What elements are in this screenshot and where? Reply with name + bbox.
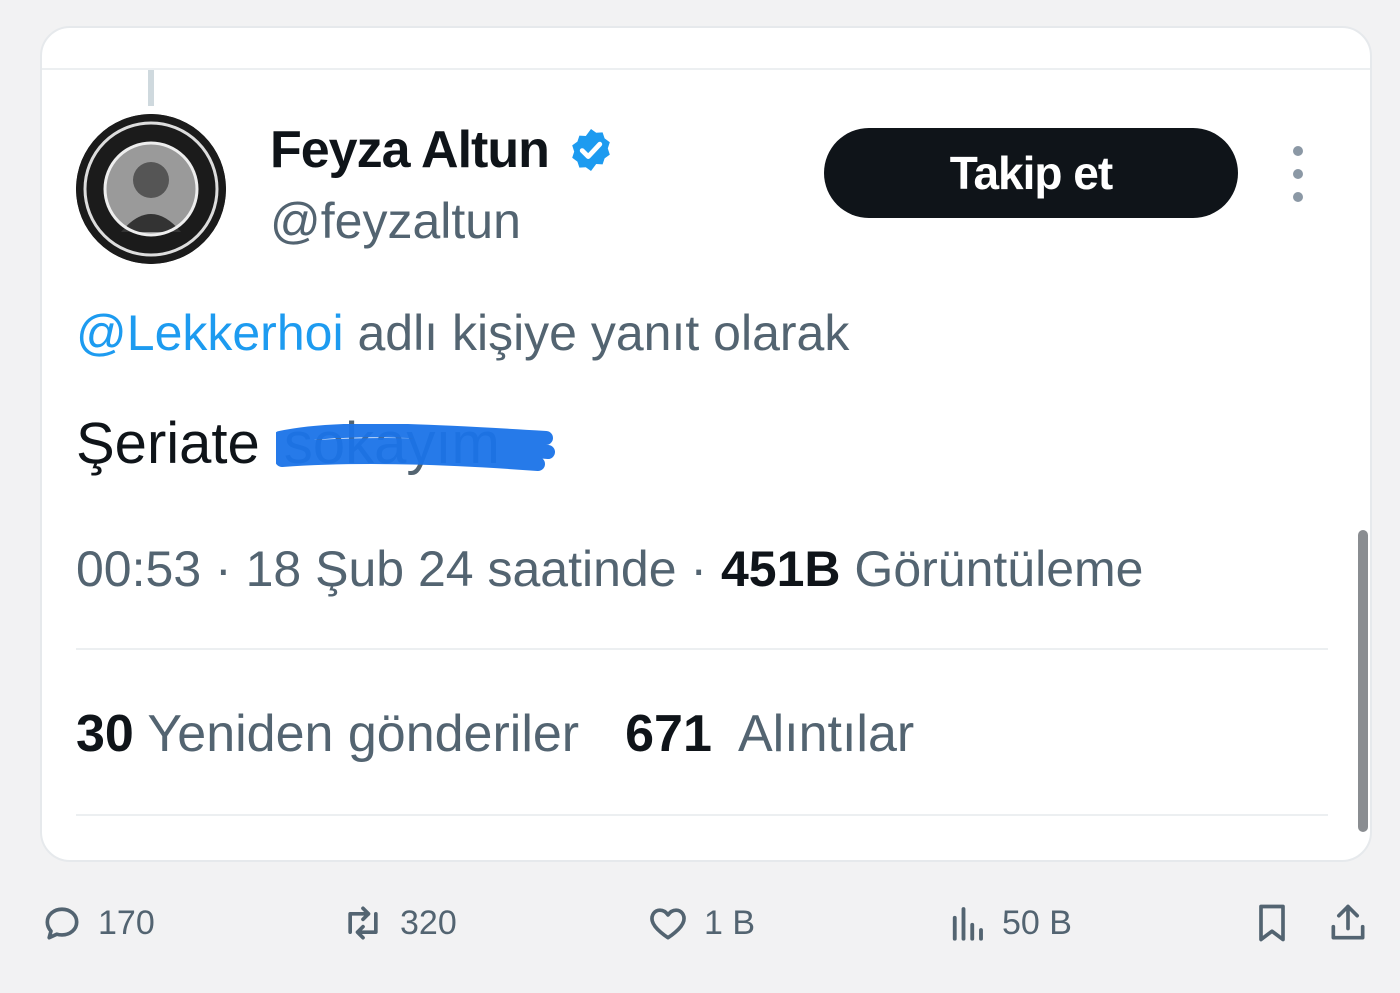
thread-line [148,70,154,106]
top-divider [42,68,1370,70]
scrollbar[interactable] [1358,530,1368,832]
more-options-icon[interactable] [1278,146,1318,202]
tweet-time[interactable]: 00:53 [76,541,201,597]
tweet-meta: 00:53 · 18 Şub 24 saatinde · 451B Görünt… [76,540,1143,598]
reply-context: @Lekkerhoi adlı kişiye yanıt olarak [76,304,849,362]
meta-separator-1: · [215,541,232,597]
tweet-date[interactable]: 18 Şub 24 saatinde [246,541,677,597]
repost-icon [348,906,378,940]
reposts-label: Yeniden gönderiler [147,705,580,763]
tweet-card: Feyza Altun @feyzaltun Takip et @Lekkerh… [40,26,1372,862]
share-icon [1331,904,1365,940]
reply-icon [45,907,79,940]
verified-badge-icon [567,126,615,174]
avatar[interactable] [76,114,226,264]
redaction-scribble [275,424,555,471]
repost-button[interactable]: 320 [340,880,457,966]
divider [76,648,1328,650]
reply-button[interactable]: 170 [40,880,155,966]
like-icon [650,908,686,940]
quotes-label: Alıntılar [737,705,915,763]
views-count: 451B [720,541,841,597]
views-icon [952,907,983,941]
like-count: 1 B [704,903,756,942]
reply-count: 170 [98,903,155,942]
tweet-stats: 30 Yeniden gönderiler 671 Alıntılar [76,704,914,764]
reply-mention-link[interactable]: @Lekkerhoi [76,305,344,361]
meta-separator-2: · [690,541,708,597]
repost-count: 320 [400,903,457,942]
views-button[interactable]: 50 B [946,880,1072,966]
author-handle[interactable]: @feyzaltun [270,192,521,250]
tweet-text-visible: Şeriate [76,411,260,476]
follow-button[interactable]: Takip et [824,128,1238,218]
share-button[interactable] [1326,880,1384,966]
bookmark-icon [1259,904,1285,942]
views-label: Görüntüleme [854,541,1144,597]
quotes-stat[interactable]: 671 Alıntılar [625,705,914,763]
action-bar: 170 320 1 B 50 B [0,880,1400,966]
reposts-count: 30 [76,705,134,763]
tweet-text: Şeriate sokayım [76,410,555,477]
divider [76,814,1328,816]
author-name[interactable]: Feyza Altun [270,120,550,180]
like-button[interactable]: 1 B [646,880,755,966]
quotes-count: 671 [625,705,712,763]
bookmark-button[interactable] [1250,880,1308,966]
author-row: Feyza Altun [270,120,615,180]
reply-context-text: adlı kişiye yanıt olarak [343,305,850,361]
redacted-word: sokayım [275,410,555,477]
reposts-stat[interactable]: 30 Yeniden gönderiler [76,705,579,763]
views-action-count: 50 B [1002,903,1072,942]
